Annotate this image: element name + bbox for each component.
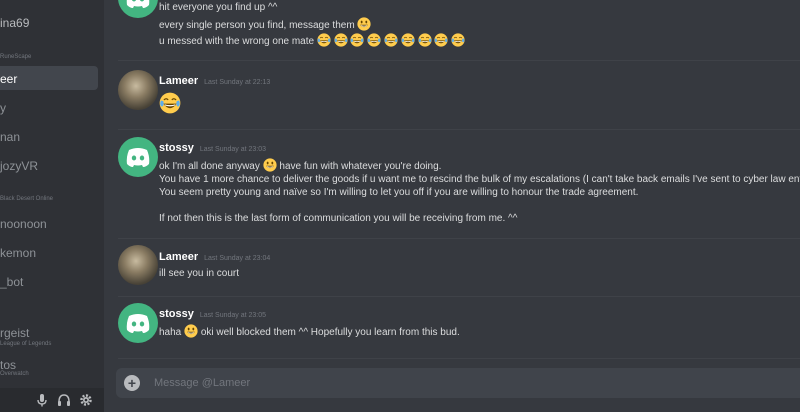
message-line: u messed with the wrong one mate xyxy=(159,33,465,47)
message-header: Lameer Last Sunday at 22:13 xyxy=(159,75,270,87)
emoji-row xyxy=(317,36,465,47)
message-line: haha oki well blocked them ^^ Hopefully … xyxy=(159,324,460,338)
message-line: every single person you find, message th… xyxy=(159,17,371,31)
sidebar-item-8[interactable]: rgeist xyxy=(0,326,29,340)
message-composer: + xyxy=(116,368,800,398)
message-divider xyxy=(118,358,800,359)
user-panel xyxy=(0,388,104,412)
sidebar-item-8-status: League of Legends xyxy=(0,341,52,347)
message-line: ok I'm all done anyway have fun with wha… xyxy=(159,158,441,172)
message-text: You have 1 more chance to deliver the go… xyxy=(159,174,800,185)
laughing-tears-emoji xyxy=(159,92,181,114)
sidebar-username: ina69 xyxy=(0,16,30,30)
message-timestamp: Last Sunday at 23:03 xyxy=(199,146,267,153)
message-header: Lameer Last Sunday at 23:04 xyxy=(159,251,270,263)
grinning-emoji xyxy=(263,158,277,172)
message-divider xyxy=(118,60,800,61)
plus-icon[interactable]: + xyxy=(124,375,140,391)
sidebar-item-6[interactable]: kemon xyxy=(0,246,36,260)
discord-logo-icon xyxy=(118,0,158,18)
message-header: stossy Last Sunday at 23:03 xyxy=(159,142,266,154)
message-text: ok I'm all done anyway xyxy=(159,161,260,172)
avatar-stossy[interactable] xyxy=(118,303,158,343)
message-timestamp: Last Sunday at 22:13 xyxy=(204,79,271,86)
laughing-tears-emoji xyxy=(367,33,381,47)
gear-icon[interactable] xyxy=(78,392,94,408)
author-name[interactable]: stossy xyxy=(159,308,194,320)
sidebar-item-4[interactable]: jozyVR xyxy=(0,159,38,173)
message-text: haha xyxy=(159,327,182,338)
message-text: You seem pretty young and naïve so I'm w… xyxy=(159,187,639,198)
laughing-tears-emoji xyxy=(451,33,465,47)
avatar-stossy[interactable] xyxy=(118,137,158,177)
message-text: oki well blocked them ^^ Hopefully you l… xyxy=(200,327,460,338)
headphones-icon[interactable] xyxy=(56,392,72,408)
laughing-tears-emoji xyxy=(401,33,415,47)
sidebar-item-5[interactable]: noonoon xyxy=(0,217,47,231)
message-text: every single person you find, message th… xyxy=(159,20,355,31)
message-divider xyxy=(118,129,800,130)
laughing-tears-emoji xyxy=(418,33,432,47)
message-timestamp: Last Sunday at 23:05 xyxy=(199,312,267,319)
sidebar-item-2[interactable]: y xyxy=(0,101,6,115)
laughing-tears-emoji xyxy=(384,33,398,47)
message-timestamp: Last Sunday at 23:04 xyxy=(204,255,271,262)
sidebar-item-7[interactable]: _bot xyxy=(0,275,23,289)
grinning-emoji xyxy=(184,324,198,338)
message-divider xyxy=(118,296,800,297)
message-text: have fun with whatever you're doing. xyxy=(279,161,442,172)
sidebar-item-9[interactable]: tos xyxy=(0,358,16,372)
dm-sidebar: ina69 RuneScape eer y nan jozyVR Black D… xyxy=(0,0,104,412)
message-text: If not then this is the last form of com… xyxy=(159,213,518,224)
author-name[interactable]: Lameer xyxy=(159,251,198,263)
author-name[interactable]: Lameer xyxy=(159,75,198,87)
avatar-lameer[interactable] xyxy=(118,70,158,110)
message-input[interactable] xyxy=(154,368,754,398)
avatar-stossy[interactable] xyxy=(118,0,158,18)
author-name[interactable]: stossy xyxy=(159,142,194,154)
chat-area: hit everyone you find up ^^ every single… xyxy=(104,0,800,412)
message-text: u messed with the wrong one mate xyxy=(159,36,315,47)
discord-logo-icon xyxy=(118,303,158,343)
sidebar-group-label: RuneScape xyxy=(0,54,32,60)
discord-logo-icon xyxy=(118,137,158,177)
sidebar-item-lameer[interactable]: eer xyxy=(0,72,17,86)
avatar-lameer[interactable] xyxy=(118,245,158,285)
laughing-tears-emoji xyxy=(350,33,364,47)
laughing-tears-emoji xyxy=(334,33,348,47)
message-text: ill see you in court xyxy=(159,268,240,279)
laughing-tears-emoji xyxy=(434,33,448,47)
message-text: hit everyone you find up ^^ xyxy=(159,2,278,13)
message-divider xyxy=(118,238,800,239)
laughing-tears-emoji xyxy=(317,33,331,47)
sidebar-item-9-status: Overwatch xyxy=(0,371,29,377)
sidebar-item-3[interactable]: nan xyxy=(0,130,20,144)
message-header: stossy Last Sunday at 23:05 xyxy=(159,308,266,320)
microphone-icon[interactable] xyxy=(34,392,50,408)
sidebar-item-4-status: Black Desert Online xyxy=(0,196,54,202)
grinning-emoji xyxy=(357,17,371,31)
